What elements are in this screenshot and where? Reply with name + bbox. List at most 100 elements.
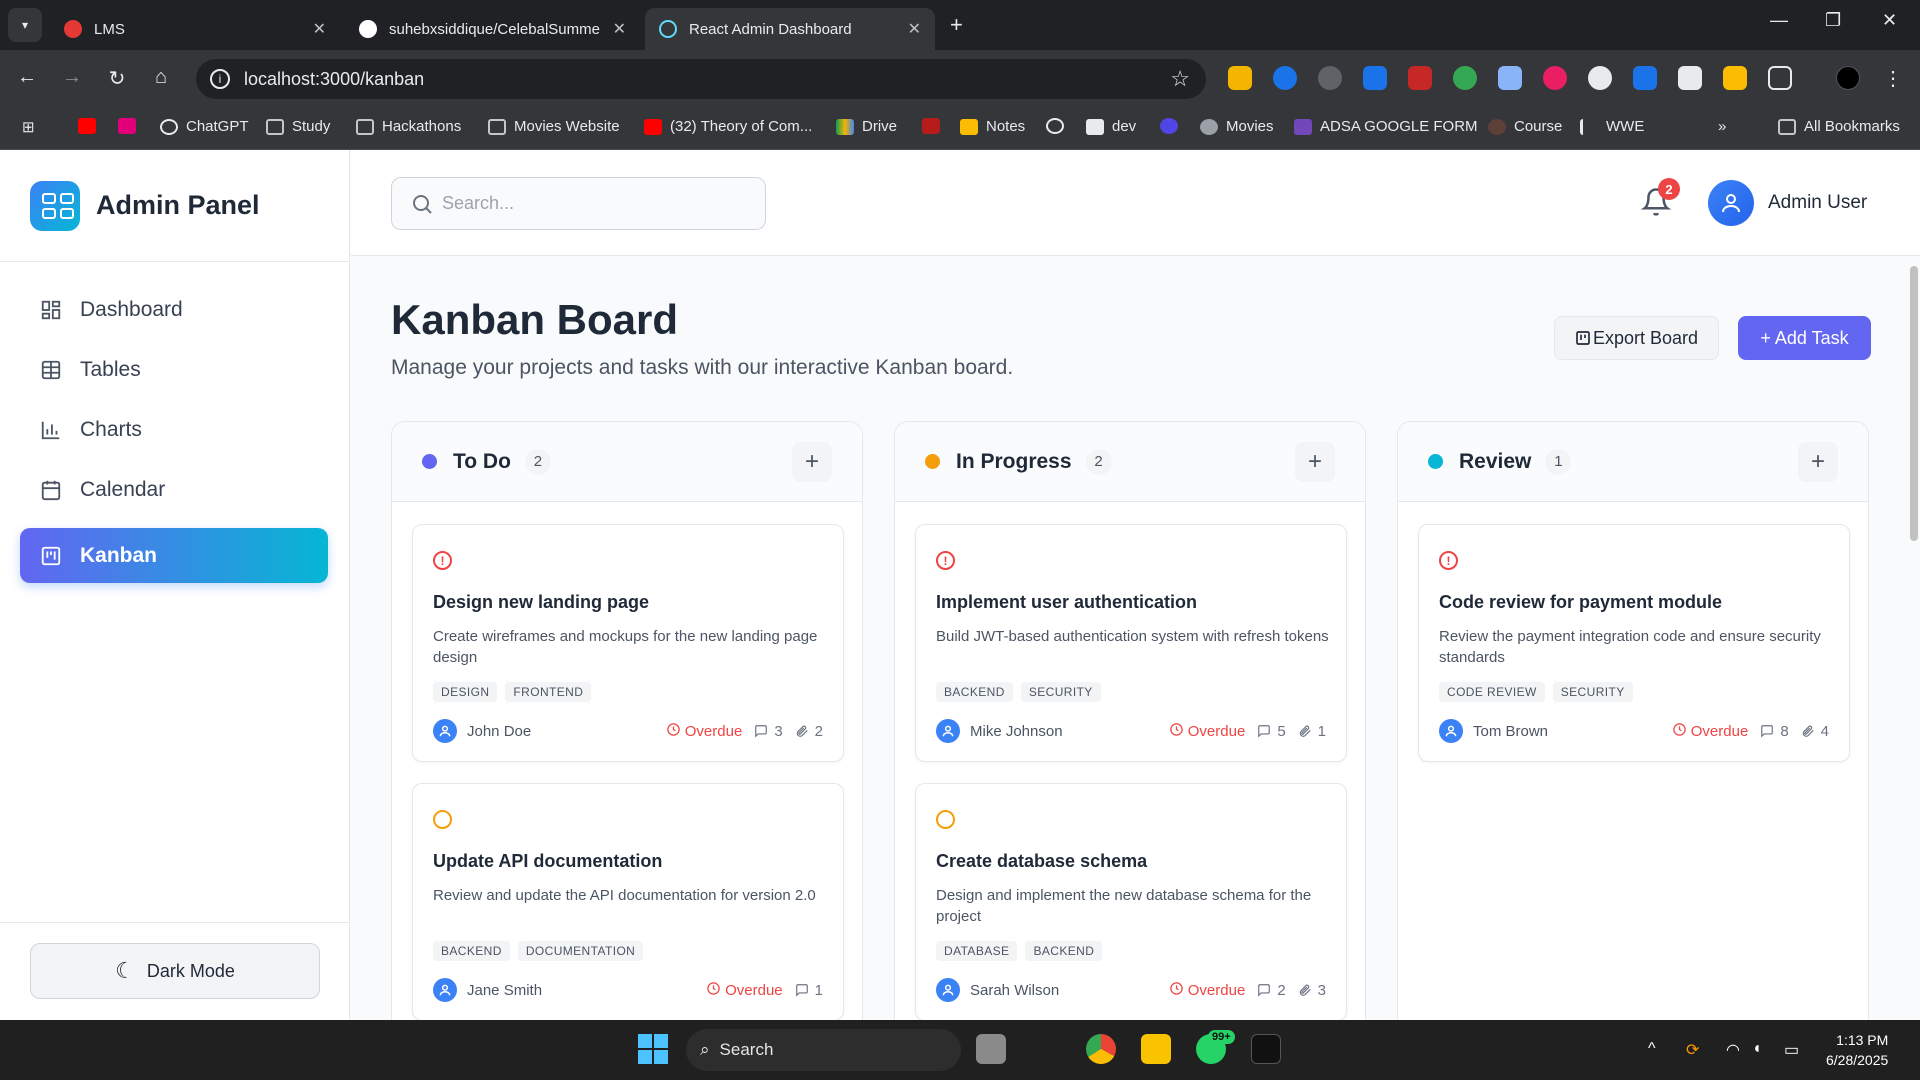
bookmark-movies-website[interactable]: Movies Website	[488, 118, 620, 135]
search-input[interactable]	[442, 193, 742, 214]
extension-cursor-icon[interactable]	[1318, 66, 1342, 90]
user-name[interactable]: Admin User	[1768, 192, 1867, 214]
dark-mode-toggle[interactable]: ☾ Dark Mode	[30, 943, 320, 999]
search-box[interactable]	[391, 177, 766, 230]
close-tab-icon[interactable]: ✕	[908, 19, 921, 39]
task-card[interactable]: ! Code review for payment module Review th…	[1418, 524, 1850, 762]
bookmark-study[interactable]: Study	[266, 118, 330, 135]
download-icon[interactable]	[1678, 66, 1702, 90]
bookmark-course[interactable]: Course	[1488, 118, 1562, 135]
clock-icon	[666, 722, 681, 741]
sync-icon[interactable]: ⟳	[1686, 1040, 1699, 1060]
extension-globe-icon[interactable]	[1453, 66, 1477, 90]
all-bookmarks[interactable]: All Bookmarks	[1778, 118, 1900, 135]
user-avatar[interactable]	[1708, 180, 1754, 226]
extension-puzzle-blue-icon[interactable]	[1363, 66, 1387, 90]
minimize-icon[interactable]: —	[1770, 10, 1788, 31]
browser-tab-github[interactable]: suhebxsiddique/CelebalSumme ✕	[345, 8, 640, 50]
bookmark-theory[interactable]: (32) Theory of Com...	[644, 118, 812, 135]
extension-clipboard-icon[interactable]	[1723, 66, 1747, 90]
extension-s-icon[interactable]	[1273, 66, 1297, 90]
close-window-icon[interactable]: ✕	[1882, 10, 1897, 31]
paperclip-icon	[1299, 984, 1311, 996]
address-bar[interactable]: i localhost:3000/kanban ☆	[196, 59, 1206, 99]
sidebar-item-charts[interactable]: Charts	[20, 402, 328, 457]
bookmark-dev[interactable]: dev	[1086, 118, 1136, 135]
site-info-icon[interactable]: i	[210, 69, 230, 89]
assignee-avatar-icon	[936, 978, 960, 1002]
react-favicon-icon	[659, 20, 677, 38]
clock-icon	[1672, 722, 1687, 741]
forward-icon[interactable]: →	[59, 66, 85, 89]
add-card-button[interactable]: +	[1798, 442, 1838, 482]
add-task-button[interactable]: + Add Task	[1738, 316, 1871, 360]
system-clock[interactable]: 1:13 PM 6/28/2025	[1826, 1030, 1888, 1070]
browser-tab-react-admin[interactable]: React Admin Dashboard ✕	[645, 8, 935, 50]
task-card[interactable]: ! Implement user authentication Build JWT-…	[915, 524, 1347, 762]
reload-icon[interactable]: ↻	[104, 66, 130, 91]
search-icon: ⌕	[700, 1040, 710, 1059]
close-tab-icon[interactable]: ✕	[313, 19, 326, 39]
volume-icon[interactable]: ◖	[1752, 1040, 1762, 1058]
chrome-taskbar-icon[interactable]	[1086, 1034, 1116, 1064]
bookmark-star-icon[interactable]: ☆	[1170, 66, 1190, 92]
sidebar-item-tables[interactable]: Tables	[20, 342, 328, 397]
terminal-app-icon[interactable]	[1251, 1034, 1281, 1064]
bookmark-m[interactable]	[118, 118, 144, 134]
new-tab-icon[interactable]: +	[950, 12, 963, 38]
lms-favicon-icon	[64, 20, 82, 38]
browser-menu-icon[interactable]: ⋮	[1880, 66, 1906, 91]
task-view-icon[interactable]	[976, 1034, 1006, 1064]
extension-speed-icon[interactable]	[1588, 66, 1612, 90]
youtube-icon	[78, 118, 96, 134]
wifi-icon[interactable]: ◠	[1726, 1040, 1740, 1060]
bookmark-youtube[interactable]	[78, 118, 104, 134]
back-icon[interactable]: ←	[14, 66, 40, 89]
extension-arrow-icon[interactable]	[1633, 66, 1657, 90]
extensions-puzzle-icon[interactable]	[1768, 66, 1792, 90]
add-card-button[interactable]: +	[1295, 442, 1335, 482]
extension-target-icon[interactable]	[1543, 66, 1567, 90]
clock-icon	[706, 981, 721, 1000]
sidebar-item-kanban[interactable]: Kanban	[20, 528, 328, 583]
windows-start-icon[interactable]	[638, 1034, 668, 1064]
profile-avatar-icon[interactable]	[1836, 66, 1860, 90]
tab-search-button[interactable]: ▾	[8, 8, 42, 42]
bookmark-github[interactable]	[1046, 118, 1072, 134]
bookmark-label: Movies Website	[514, 118, 620, 135]
close-tab-icon[interactable]: ✕	[613, 19, 626, 39]
bookmark-wwe[interactable]: WWE	[1580, 118, 1644, 135]
restore-icon[interactable]: ❐	[1825, 10, 1841, 31]
medium-priority-icon	[936, 810, 955, 829]
task-card[interactable]: Create database schema Design and impleme…	[915, 783, 1347, 1020]
apps-grid-icon[interactable]: ⊞	[22, 118, 35, 136]
bookmark-hex[interactable]	[1160, 118, 1186, 134]
file-explorer-icon[interactable]	[1141, 1034, 1171, 1064]
tray-overflow-icon[interactable]: ^	[1648, 1040, 1656, 1058]
bookmark-adsa-form[interactable]: ADSA GOOGLE FORM	[1294, 118, 1478, 135]
extension-sh-icon[interactable]	[1498, 66, 1522, 90]
sidebar-item-calendar[interactable]: Calendar	[20, 462, 328, 517]
browser-tab-strip: ▾ LMS ✕ suhebxsiddique/CelebalSumme ✕ Re…	[0, 0, 1920, 50]
sidebar-item-dashboard[interactable]: Dashboard	[20, 282, 328, 337]
card-tags: DATABASE BACKEND	[936, 941, 1103, 961]
battery-icon[interactable]: ▭	[1784, 1040, 1799, 1060]
add-card-button[interactable]: +	[792, 442, 832, 482]
scrollbar-thumb[interactable]	[1910, 266, 1918, 541]
bookmark-notes[interactable]: Notes	[960, 118, 1025, 135]
scrollbar[interactable]	[1908, 256, 1920, 1020]
home-icon[interactable]: ⌂	[148, 66, 174, 89]
task-card[interactable]: Update API documentation Review and updat…	[412, 783, 844, 1020]
task-card[interactable]: ! Design new landing page Create wireframe…	[412, 524, 844, 762]
extension-ublock-icon[interactable]	[1408, 66, 1432, 90]
bookmark-drive[interactable]: Drive	[836, 118, 897, 135]
bookmark-movies[interactable]: Movies	[1200, 118, 1274, 135]
export-board-button[interactable]: Export Board	[1554, 316, 1719, 360]
extension-broom-icon[interactable]	[1228, 66, 1252, 90]
bookmark-hackathons[interactable]: Hackathons	[356, 118, 461, 135]
bookmark-chatgpt[interactable]: ChatGPT	[160, 118, 249, 135]
browser-tab-lms[interactable]: LMS ✕	[50, 8, 340, 50]
taskbar-search[interactable]: ⌕ Search	[686, 1029, 961, 1071]
bookmark-cards[interactable]	[922, 118, 948, 134]
more-bookmarks-icon[interactable]: »	[1718, 118, 1726, 135]
